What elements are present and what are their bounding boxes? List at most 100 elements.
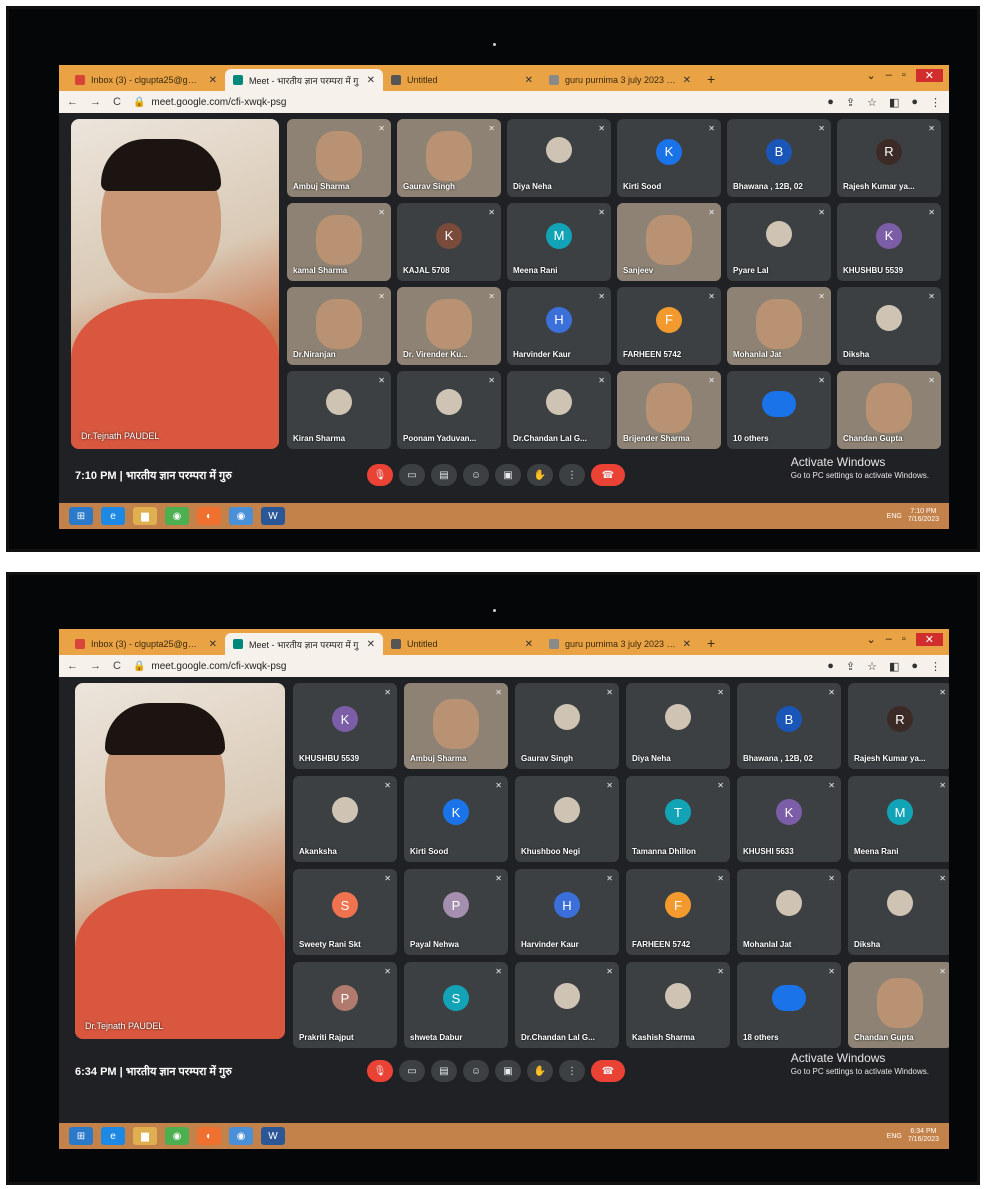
emoji-icon[interactable]: ☺ <box>463 1060 489 1082</box>
emoji-icon[interactable]: ☺ <box>463 464 489 486</box>
chrome-active-icon[interactable]: ◉ <box>229 1127 253 1145</box>
participant-tile[interactable]: ✕ Kiran Sharma <box>287 371 391 449</box>
tab-gmail[interactable]: Inbox (3) - clgupta25@gmail.com ✕ <box>67 633 225 655</box>
menu-icon[interactable]: ⋮ <box>930 96 941 109</box>
window-close-icon[interactable]: ✕ <box>915 69 943 82</box>
participant-tile[interactable]: ✕ Dr.Chandan Lal G... <box>507 371 611 449</box>
participant-tile[interactable]: ✕ Diya Neha <box>507 119 611 197</box>
back-icon[interactable]: ← <box>67 660 78 672</box>
maximize-icon[interactable]: ▫ <box>902 633 906 646</box>
mic-off-icon[interactable]: 🎙 <box>367 464 393 486</box>
participant-tile[interactable]: ✕ Gaurav Singh <box>397 119 501 197</box>
windows-start-icon[interactable]: ⊞ <box>69 1127 93 1145</box>
participant-tile[interactable]: K ✕ KHUSHBU 5539 <box>293 683 397 769</box>
word-icon[interactable]: W <box>261 1127 285 1145</box>
reload-icon[interactable]: C <box>113 96 121 108</box>
participant-tile[interactable]: ✕ Diksha <box>848 869 949 955</box>
participant-tile[interactable]: ✕ 10 others <box>727 371 831 449</box>
url-field[interactable]: 🔒 meet.google.com/cfi-xwqk-psg <box>133 97 287 108</box>
firefox-icon[interactable]: ◐ <box>197 1127 221 1145</box>
tab-untitled[interactable]: Untitled ✕ <box>383 633 541 655</box>
participant-tile[interactable]: K ✕ KHUSHBU 5539 <box>837 203 941 281</box>
captions-icon[interactable]: ▤ <box>431 1060 457 1082</box>
participant-tile[interactable]: M ✕ Meena Rani <box>848 776 949 862</box>
participant-tile[interactable]: F ✕ FARHEEN 5742 <box>617 287 721 365</box>
participant-tile[interactable]: P ✕ Payal Nehwa <box>404 869 508 955</box>
participant-tile[interactable]: B ✕ Bhawana , 12B, 02 <box>737 683 841 769</box>
participant-tile[interactable]: B ✕ Bhawana , 12B, 02 <box>727 119 831 197</box>
close-icon[interactable]: ✕ <box>683 75 691 86</box>
speaker-tile[interactable]: Dr.Tejnath PAUDEL <box>71 119 279 449</box>
participant-tile[interactable]: K ✕ KHUSHI 5633 <box>737 776 841 862</box>
forward-icon[interactable]: → <box>90 96 101 108</box>
ie-icon[interactable]: e <box>101 1127 125 1145</box>
share-icon[interactable]: ⇪ <box>846 660 855 673</box>
participant-tile[interactable]: ✕ Mohanlal Jat <box>727 287 831 365</box>
hand-icon[interactable]: ✋ <box>527 1060 553 1082</box>
tab-untitled[interactable]: Untitled ✕ <box>383 69 541 91</box>
close-icon[interactable]: ✕ <box>683 639 691 650</box>
camera-indicator-icon[interactable]: ● <box>827 660 834 673</box>
participant-tile[interactable]: H ✕ Harvinder Kaur <box>507 287 611 365</box>
participant-tile[interactable]: ✕ Dr. Virender Ku... <box>397 287 501 365</box>
chevron-down-icon[interactable]: ⌄ <box>867 69 876 82</box>
firefox-icon[interactable]: ◐ <box>197 507 221 525</box>
participant-tile[interactable]: K ✕ Kirti Sood <box>404 776 508 862</box>
participant-tile[interactable]: R ✕ Rajesh Kumar ya... <box>837 119 941 197</box>
phone-hangup-icon[interactable]: ☎ <box>591 1060 625 1082</box>
participant-tile[interactable]: ✕ Pyare Lal <box>727 203 831 281</box>
url-field[interactable]: 🔒 meet.google.com/cfi-xwqk-psg <box>133 661 287 672</box>
ie-icon[interactable]: e <box>101 507 125 525</box>
camera-indicator-icon[interactable]: ● <box>827 96 834 109</box>
participant-tile[interactable]: ✕ Akanksha <box>293 776 397 862</box>
chrome-icon[interactable]: ◉ <box>165 507 189 525</box>
new-tab-icon[interactable]: + <box>699 635 723 655</box>
windows-start-icon[interactable]: ⊞ <box>69 507 93 525</box>
participant-tile[interactable]: ✕ Gaurav Singh <box>515 683 619 769</box>
minimize-icon[interactable]: – <box>886 633 892 646</box>
present-icon[interactable]: ▣ <box>495 1060 521 1082</box>
participant-tile[interactable]: F ✕ FARHEEN 5742 <box>626 869 730 955</box>
participant-tile[interactable]: K ✕ KAJAL 5708 <box>397 203 501 281</box>
tab-meet[interactable]: Meet - भारतीय ज्ञान परम्परा में गु ✕ <box>225 69 383 91</box>
folder-icon[interactable]: ▆ <box>133 1127 157 1145</box>
star-icon[interactable]: ☆ <box>867 660 877 673</box>
minimize-icon[interactable]: – <box>886 69 892 82</box>
folder-icon[interactable]: ▆ <box>133 507 157 525</box>
more-icon[interactable]: ⋮ <box>559 1060 585 1082</box>
participant-tile[interactable]: ✕ 18 others <box>737 962 841 1048</box>
participant-tile[interactable]: R ✕ Rajesh Kumar ya... <box>848 683 949 769</box>
clock[interactable]: 6:34 PM 7/16/2023 <box>908 1128 939 1144</box>
back-icon[interactable]: ← <box>67 96 78 108</box>
captions-icon[interactable]: ▤ <box>431 464 457 486</box>
close-icon[interactable]: ✕ <box>367 639 375 650</box>
hand-icon[interactable]: ✋ <box>527 464 553 486</box>
participant-tile[interactable]: ✕ Chandan Gupta <box>848 962 949 1048</box>
participant-tile[interactable]: ✕ Diksha <box>837 287 941 365</box>
chrome-active-icon[interactable]: ◉ <box>229 507 253 525</box>
participant-tile[interactable]: ✕ Brijender Sharma <box>617 371 721 449</box>
participant-tile[interactable]: ✕ Dr.Niranjan <box>287 287 391 365</box>
chrome-icon[interactable]: ◉ <box>165 1127 189 1145</box>
participant-tile[interactable]: ✕ kamal Sharma <box>287 203 391 281</box>
participant-tile[interactable]: M ✕ Meena Rani <box>507 203 611 281</box>
tab-meet[interactable]: Meet - भारतीय ज्ञान परम्परा में गु ✕ <box>225 633 383 655</box>
camera-icon[interactable]: ▭ <box>399 1060 425 1082</box>
profile-icon[interactable]: ● <box>911 96 918 109</box>
speaker-tile[interactable]: Dr.Tejnath PAUDEL <box>75 683 285 1039</box>
camera-icon[interactable]: ▭ <box>399 464 425 486</box>
participant-tile[interactable]: S ✕ shweta Dabur <box>404 962 508 1048</box>
participant-tile[interactable]: ✕ Ambuj Sharma <box>287 119 391 197</box>
maximize-icon[interactable]: ▫ <box>902 69 906 82</box>
forward-icon[interactable]: → <box>90 660 101 672</box>
participant-tile[interactable]: ✕ Khushboo Negi <box>515 776 619 862</box>
participant-tile[interactable]: ✕ Sanjeev <box>617 203 721 281</box>
participant-tile[interactable]: ✕ Ambuj Sharma <box>404 683 508 769</box>
sidebar-icon[interactable]: ◧ <box>889 660 899 673</box>
close-icon[interactable]: ✕ <box>367 75 375 86</box>
close-icon[interactable]: ✕ <box>525 75 533 86</box>
participant-tile[interactable]: ✕ Kashish Sharma <box>626 962 730 1048</box>
window-close-icon[interactable]: ✕ <box>915 633 943 646</box>
participant-tile[interactable]: ✕ Mohanlal Jat <box>737 869 841 955</box>
close-icon[interactable]: ✕ <box>525 639 533 650</box>
